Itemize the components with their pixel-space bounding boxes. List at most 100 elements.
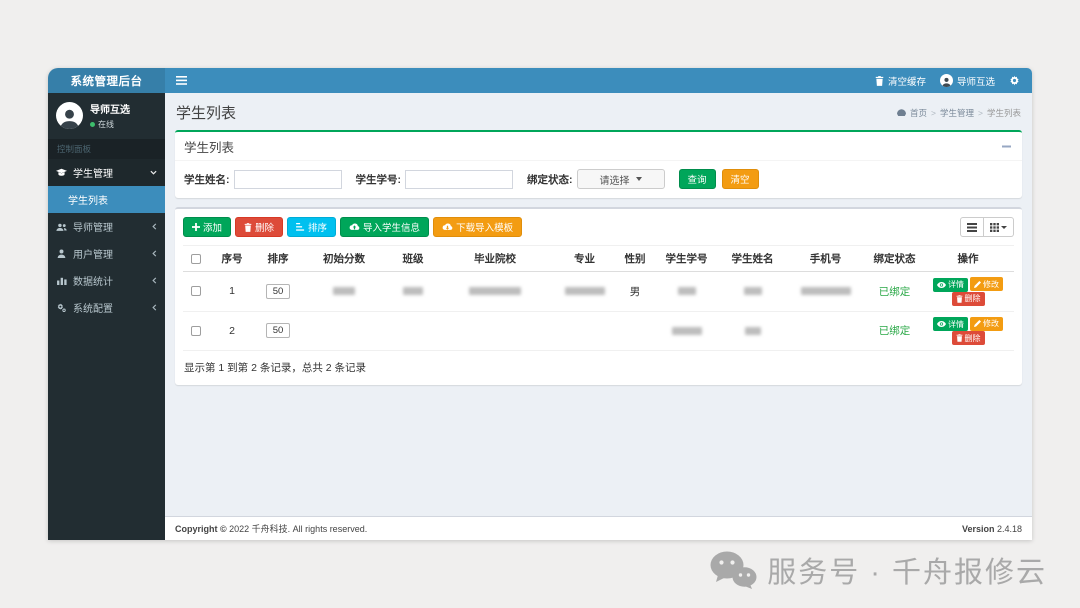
row-delete-button[interactable]: 删除 [952, 292, 985, 306]
column-header: 毕业院校 [439, 246, 551, 272]
status-badge: 已绑定 [879, 286, 911, 298]
column-header: 班级 [387, 246, 439, 272]
sidebar-item-label: 用户管理 [73, 246, 113, 261]
table-row: 1 50 男 已绑定 详情修改删除 [183, 272, 1014, 312]
column-header: 序号 [209, 246, 255, 272]
sort-button[interactable]: 排序 [287, 217, 336, 237]
cell-phone [784, 311, 867, 351]
dashboard-icon [897, 109, 906, 117]
cell-class [387, 311, 439, 351]
caret-down-icon [636, 177, 642, 181]
graduation-cap-icon [56, 168, 67, 177]
cell-score [301, 311, 387, 351]
app-logo[interactable]: 系统管理后台 [48, 68, 165, 93]
plus-icon [192, 223, 200, 231]
table-toolbar: 添加 删除 排序 导入学生信息 [183, 217, 1014, 237]
cell-student-no [652, 311, 721, 351]
cell-phone [784, 272, 867, 312]
cell-seq: 1 [209, 272, 255, 312]
column-header: 排序 [255, 246, 301, 272]
student-no-input[interactable] [405, 170, 513, 189]
sidebar-item-4[interactable]: 系统配置 [48, 294, 165, 321]
sidebar-item-0[interactable]: 学生管理 [48, 159, 165, 186]
main-area: 学生列表 首页>学生管理>学生列表 学生列表 学生姓名: 学生学号: [165, 93, 1032, 540]
list-view-icon [967, 223, 977, 232]
search-panel-title: 学生列表 [184, 137, 234, 156]
column-header: 专业 [551, 246, 618, 272]
online-dot-icon [90, 122, 95, 127]
grid-icon [990, 223, 999, 232]
sidebar-item-2[interactable]: 用户管理 [48, 240, 165, 267]
app-window: 系统管理后台 清空缓存 导师互选 [48, 68, 1032, 540]
student-name-input[interactable] [234, 170, 342, 189]
redacted-text [744, 287, 762, 295]
redacted-text [403, 287, 423, 295]
sidebar-section-label: 控制面板 [48, 139, 165, 159]
delete-button[interactable]: 删除 [235, 217, 283, 237]
row-checkbox[interactable] [191, 326, 201, 336]
sort-value-input[interactable]: 50 [266, 284, 290, 299]
cloud-upload-icon [349, 223, 360, 231]
sidebar-subitem[interactable]: 学生列表 [48, 186, 165, 213]
user-avatar-icon [940, 74, 953, 87]
query-button[interactable]: 查询 [679, 169, 716, 189]
clear-button[interactable]: 清空 [722, 169, 759, 189]
cell-seq: 2 [209, 311, 255, 351]
edit-button[interactable]: 修改 [970, 317, 1003, 331]
content: 学生列表 首页>学生管理>学生列表 学生列表 学生姓名: 学生学号: [165, 93, 1032, 516]
cell-class [387, 272, 439, 312]
search-panel: 学生列表 学生姓名: 学生学号: 绑定状态: 请选择 [175, 130, 1022, 198]
detail-button[interactable]: 详情 [933, 317, 968, 331]
clear-cache-button[interactable]: 清空缓存 [875, 74, 926, 88]
chevron-left-icon [152, 223, 157, 230]
chevron-left-icon [152, 277, 157, 284]
navbar-user-menu[interactable]: 导师互选 [940, 74, 995, 88]
row-checkbox[interactable] [191, 286, 201, 296]
page-header: 学生列表 首页>学生管理>学生列表 [176, 102, 1021, 123]
chevron-left-icon [152, 304, 157, 311]
view-toggles [960, 217, 1014, 237]
breadcrumb-separator: > [931, 108, 936, 118]
breadcrumb: 首页>学生管理>学生列表 [897, 107, 1021, 119]
cell-student-no [652, 272, 721, 312]
detail-button[interactable]: 详情 [933, 278, 968, 292]
navbar-settings-button[interactable] [1009, 75, 1020, 86]
cell-gender [618, 311, 652, 351]
hamburger-icon [176, 76, 187, 85]
cell-gender: 男 [618, 272, 652, 312]
search-form: 学生姓名: 学生学号: 绑定状态: 请选择 查询 清空 [175, 160, 1022, 198]
column-header: 手机号 [784, 246, 867, 272]
breadcrumb-item[interactable]: 学生列表 [987, 107, 1021, 119]
sidebar-toggle-button[interactable] [165, 68, 198, 93]
download-template-button[interactable]: 下载导入模板 [433, 217, 522, 237]
sort-value-input[interactable]: 50 [266, 323, 290, 338]
chevron-left-icon [152, 250, 157, 257]
sidebar-item-1[interactable]: 导师管理 [48, 213, 165, 240]
add-button[interactable]: 添加 [183, 217, 231, 237]
eye-icon [937, 321, 946, 327]
cell-actions: 详情修改删除 [922, 311, 1014, 351]
sidebar-user-name: 导师互选 [90, 101, 130, 116]
top-bar: 系统管理后台 清空缓存 导师互选 [48, 68, 1032, 93]
sidebar-item-3[interactable]: 数据统计 [48, 267, 165, 294]
sidebar-item-label: 导师管理 [73, 219, 113, 234]
breadcrumb-item[interactable]: 首页 [910, 107, 927, 119]
bind-status-selected-value: 请选择 [600, 172, 630, 187]
column-header: 操作 [922, 246, 1014, 272]
trash-icon [956, 295, 963, 303]
edit-button[interactable]: 修改 [970, 277, 1003, 291]
status-badge: 已绑定 [879, 325, 911, 337]
pencil-icon [974, 320, 981, 327]
users-icon [56, 223, 67, 231]
import-students-button[interactable]: 导入学生信息 [340, 217, 429, 237]
bind-status-select[interactable]: 请选择 [577, 169, 665, 189]
columns-button[interactable] [984, 217, 1014, 237]
row-delete-button[interactable]: 删除 [952, 331, 985, 345]
cogs-icon [56, 303, 67, 312]
collapse-icon[interactable] [1000, 142, 1013, 151]
toggle-list-view-button[interactable] [960, 217, 984, 237]
breadcrumb-item[interactable]: 学生管理 [940, 107, 974, 119]
select-all-checkbox[interactable] [191, 254, 201, 264]
column-header: 性别 [618, 246, 652, 272]
bar-chart-icon [56, 276, 67, 285]
